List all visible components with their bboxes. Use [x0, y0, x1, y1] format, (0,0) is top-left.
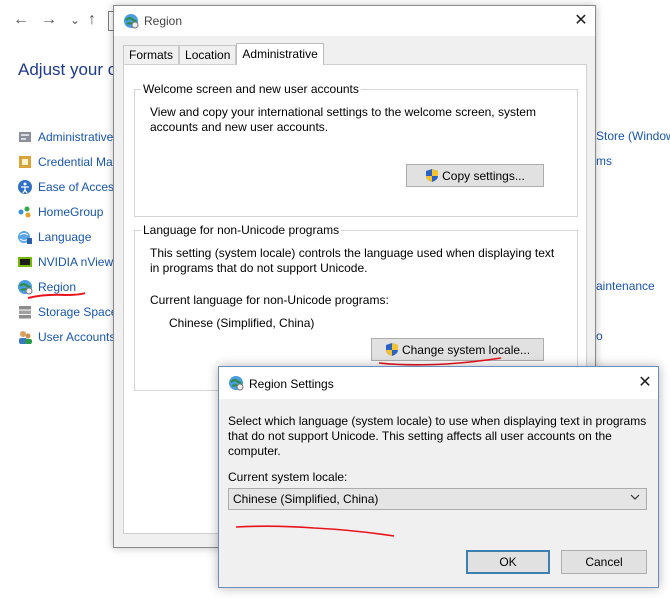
region-tabs: Formats Location Administrative	[123, 43, 324, 65]
current-language-value: Chinese (Simplified, China)	[169, 316, 315, 330]
cp-item-user-accounts[interactable]: User Accounts	[17, 327, 115, 347]
welcome-group-description: View and copy your international setting…	[150, 105, 536, 134]
tab-administrative[interactable]: Administrative	[236, 43, 324, 65]
chevron-down-icon	[630, 492, 640, 505]
credential-manager-icon	[17, 154, 33, 170]
cp-item-label: Administrative	[38, 130, 114, 144]
cp-item-administrative-tools[interactable]: Administrative	[17, 127, 113, 147]
cp-item-label: NVIDIA nView	[38, 255, 114, 269]
annotation-underline-region	[27, 292, 86, 299]
system-locale-select[interactable]: Chinese (Simplified, China)	[228, 488, 647, 510]
administrative-tools-icon	[17, 129, 33, 145]
up-button[interactable]: ↑	[88, 10, 96, 30]
system-locale-value: Chinese (Simplified, China)	[233, 492, 379, 506]
cp-item-storage-window[interactable]: Store (Window	[596, 129, 670, 143]
copy-settings-button[interactable]: Copy settings...	[406, 164, 544, 187]
nvidia-nview-icon	[17, 254, 33, 270]
cp-item-label: Language	[38, 230, 92, 244]
cp-item-homegroup[interactable]: HomeGroup	[17, 202, 103, 222]
region-close-button[interactable]: ✕	[571, 11, 591, 31]
forward-button[interactable]: →	[41, 10, 57, 30]
region-settings-description: Select which language (system locale) to…	[228, 414, 647, 458]
uac-shield-icon	[425, 168, 439, 183]
non-unicode-group-title: Language for non-Unicode programs	[141, 223, 342, 237]
cp-item-maintenance[interactable]: aintenance	[596, 279, 655, 293]
cp-item-label: Storage Spaces	[38, 305, 124, 319]
recent-locations-button[interactable]: ⌄	[70, 10, 80, 30]
cp-item-label: Credential Ma	[38, 155, 113, 169]
cp-item-label: HomeGroup	[38, 205, 104, 219]
region-titlebar[interactable]: Region ✕	[114, 6, 595, 36]
page-title: Adjust your co	[18, 60, 126, 79]
tab-location[interactable]: Location	[179, 45, 237, 65]
system-locale-label: Current system locale:	[228, 470, 348, 484]
cp-item-nvidia-nview[interactable]: NVIDIA nView	[17, 252, 113, 272]
cp-item-ease-of-access[interactable]: Ease of Access	[17, 177, 120, 197]
cp-item-credential-manager[interactable]: Credential Ma	[17, 152, 113, 172]
ease-of-access-icon	[17, 179, 33, 195]
language-icon	[17, 229, 33, 245]
region-settings-close-button[interactable]: ✕	[635, 373, 655, 393]
current-language-label: Current language for non-Unicode program…	[150, 293, 389, 307]
ok-button[interactable]: OK	[466, 550, 550, 574]
cp-item-storage-spaces[interactable]: Storage Spaces	[17, 302, 123, 322]
cp-item-right-fragment-2[interactable]: o	[596, 329, 603, 343]
cp-item-language[interactable]: Language	[17, 227, 91, 247]
region-settings-dialog: Region Settings ✕ Select which language …	[218, 366, 659, 588]
region-globe-icon	[228, 375, 244, 391]
cp-item-label: Ease of Access	[38, 180, 121, 194]
region-settings-titlebar[interactable]: Region Settings ✕	[219, 367, 658, 399]
homegroup-icon	[17, 204, 33, 220]
tab-formats[interactable]: Formats	[123, 45, 180, 65]
welcome-group-title: Welcome screen and new user accounts	[141, 82, 361, 96]
cp-item-right-fragment[interactable]: ms	[596, 154, 612, 168]
non-unicode-description: This setting (system locale) controls th…	[150, 246, 555, 275]
cp-item-label: User Accounts	[38, 330, 116, 344]
cancel-button[interactable]: Cancel	[561, 550, 647, 574]
copy-settings-label: Copy settings...	[442, 168, 525, 183]
region-globe-icon	[123, 13, 139, 29]
annotation-underline-locale	[235, 525, 395, 537]
region-dialog-title: Region	[144, 14, 183, 28]
region-settings-title: Region Settings	[249, 377, 334, 391]
user-accounts-icon	[17, 329, 33, 345]
storage-spaces-icon	[17, 304, 33, 320]
back-button[interactable]: ←	[13, 10, 29, 30]
welcome-screen-group: Welcome screen and new user accounts Vie…	[134, 82, 578, 217]
